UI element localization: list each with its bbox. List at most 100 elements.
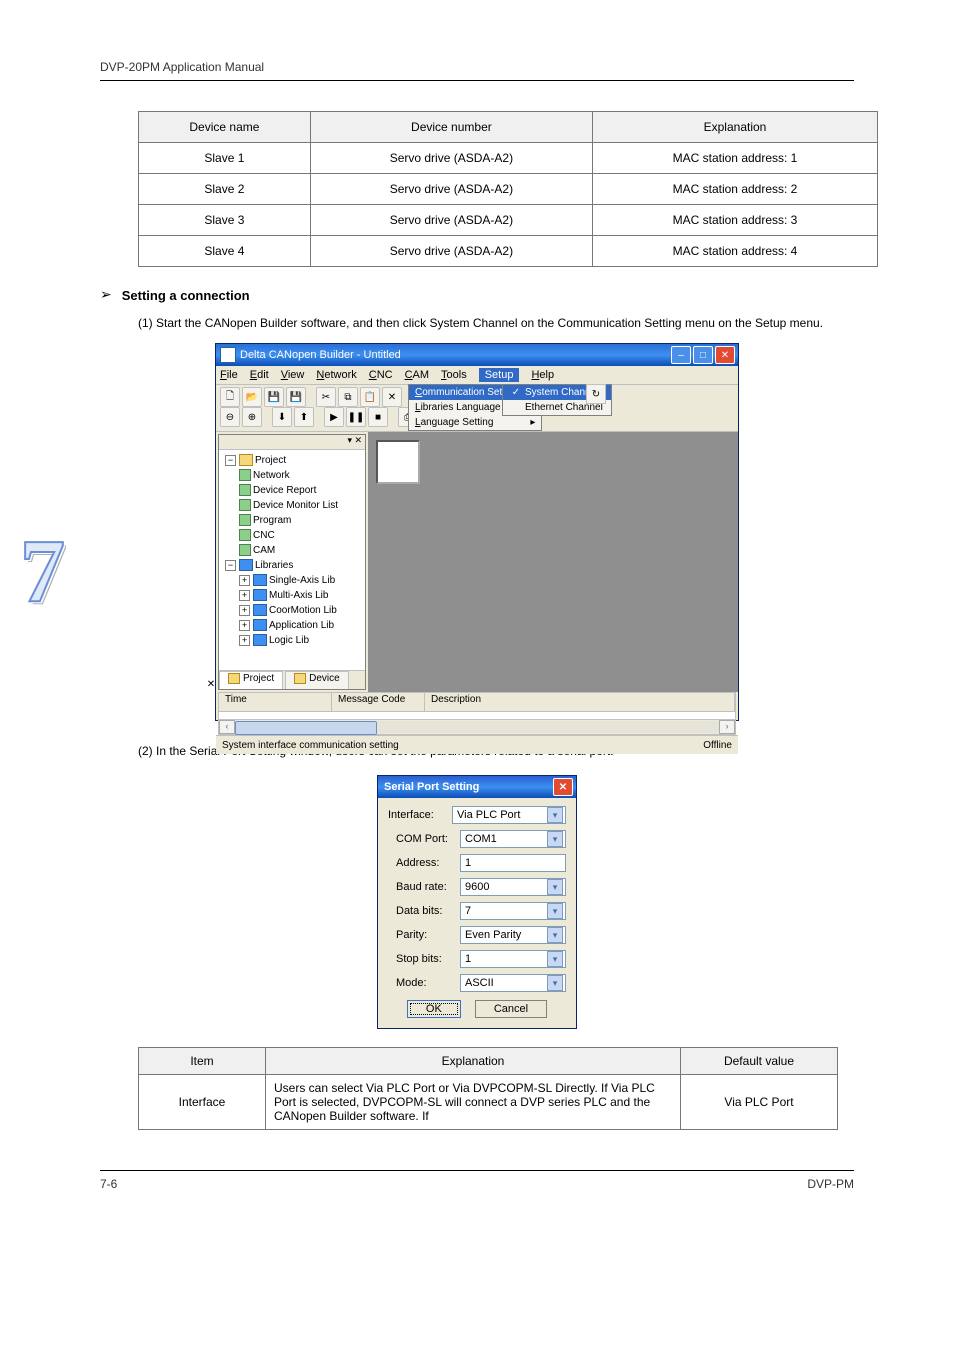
menu-edit[interactable]: Edit bbox=[250, 369, 269, 381]
bot-r1-default: Via PLC Port bbox=[681, 1075, 838, 1130]
toolbar-stop-icon[interactable]: ■ bbox=[368, 407, 388, 427]
ok-button[interactable]: OK bbox=[407, 1000, 461, 1018]
horizontal-scrollbar[interactable]: ‹ › bbox=[219, 719, 735, 734]
list-close-icon[interactable]: ✕ bbox=[205, 679, 217, 691]
toolbar-new-icon[interactable]: 🗋 bbox=[220, 387, 240, 407]
tree-node[interactable]: +Application Lib bbox=[223, 618, 363, 633]
toolbar-saveall-icon[interactable]: 💾 bbox=[286, 387, 306, 407]
table-cell: Servo drive (ASDA-A2) bbox=[310, 174, 592, 205]
list-h-desc: Description bbox=[425, 693, 735, 711]
tree-node[interactable]: +Logic Lib bbox=[223, 633, 363, 648]
bot-th-item: Item bbox=[139, 1048, 266, 1075]
field-value: 1 bbox=[465, 857, 563, 869]
field-label: Baud rate: bbox=[396, 881, 460, 893]
toolbar-delete-icon[interactable]: ✕ bbox=[382, 387, 402, 407]
close-button[interactable]: ✕ bbox=[715, 346, 735, 364]
device-table: Device name Device number Explanation Sl… bbox=[138, 111, 878, 267]
menu-network[interactable]: Network bbox=[316, 369, 356, 381]
toolbar-zoomin-icon[interactable]: ⊕ bbox=[242, 407, 262, 427]
field-label: Parity: bbox=[396, 929, 460, 941]
table-cell: Servo drive (ASDA-A2) bbox=[310, 205, 592, 236]
bot-th-default: Default value bbox=[681, 1048, 838, 1075]
cancel-button[interactable]: Cancel bbox=[475, 1000, 547, 1018]
dialog-close-button[interactable]: ✕ bbox=[553, 778, 573, 796]
field-value: 9600 bbox=[465, 881, 547, 893]
toolbar-open-icon[interactable]: 📂 bbox=[242, 387, 262, 407]
menu-cam[interactable]: CAM bbox=[405, 369, 429, 381]
tree-node[interactable]: Device Monitor List bbox=[223, 498, 363, 513]
toolbar-cut-icon[interactable]: ✂ bbox=[316, 387, 336, 407]
menu-tools[interactable]: Tools bbox=[441, 369, 467, 381]
bullet-icon: ➢ bbox=[100, 287, 112, 305]
combo-mode[interactable]: ASCII▾ bbox=[460, 974, 566, 992]
toolbar-save-icon[interactable]: 💾 bbox=[264, 387, 284, 407]
list-h-time: Time bbox=[219, 693, 332, 711]
canvas-doc bbox=[376, 440, 420, 484]
tree-node[interactable]: Device Report bbox=[223, 483, 363, 498]
tree-node[interactable]: Program bbox=[223, 513, 363, 528]
table-cell: Servo drive (ASDA-A2) bbox=[310, 143, 592, 174]
tree-node[interactable]: CNC bbox=[223, 528, 363, 543]
combo-comport[interactable]: COM1▾ bbox=[460, 830, 566, 848]
toolbar-copy-icon[interactable]: ⧉ bbox=[338, 387, 358, 407]
tree-node[interactable]: +Single-Axis Lib bbox=[223, 573, 363, 588]
tree-node[interactable]: +Multi-Axis Lib bbox=[223, 588, 363, 603]
menu-view[interactable]: View bbox=[281, 369, 305, 381]
interface-label: Interface: bbox=[388, 809, 452, 821]
table-cell: MAC station address: 4 bbox=[592, 236, 877, 267]
toolbar-download-icon[interactable]: ⬇ bbox=[272, 407, 292, 427]
tree-node[interactable]: +CoorMotion Lib bbox=[223, 603, 363, 618]
list-h-code: Message Code bbox=[332, 693, 425, 711]
field-value: Even Parity bbox=[465, 929, 547, 941]
toolbar-run-icon[interactable]: ▶ bbox=[324, 407, 344, 427]
interface-combo[interactable]: Via PLC Port ▾ bbox=[452, 806, 566, 824]
combo-parity[interactable]: Even Parity▾ bbox=[460, 926, 566, 944]
toolbar-zoomout-icon[interactable]: ⊖ bbox=[220, 407, 240, 427]
field-label: Stop bits: bbox=[396, 953, 460, 965]
chevron-down-icon: ▾ bbox=[547, 975, 563, 991]
chevron-down-icon: ▾ bbox=[547, 903, 563, 919]
interface-value: Via PLC Port bbox=[457, 809, 547, 821]
bot-r1-item: Interface bbox=[139, 1075, 266, 1130]
input-address[interactable]: 1 bbox=[460, 854, 566, 872]
combo-stopbits[interactable]: 1▾ bbox=[460, 950, 566, 968]
toolbar-pause2-icon[interactable]: ❚❚ bbox=[346, 407, 366, 427]
tab-device[interactable]: Device bbox=[285, 671, 349, 689]
menu-setup[interactable]: Setup bbox=[479, 368, 520, 382]
table-cell: MAC station address: 3 bbox=[592, 205, 877, 236]
tree-node[interactable]: Network bbox=[223, 468, 363, 483]
combo-databits[interactable]: 7▾ bbox=[460, 902, 566, 920]
project-tree-pane[interactable]: ▾ ✕ −Project NetworkDevice ReportDevice … bbox=[218, 434, 366, 690]
dialog-title: Serial Port Setting bbox=[384, 781, 551, 793]
toolbar-paste-icon[interactable]: 📋 bbox=[360, 387, 380, 407]
table-cell: Slave 3 bbox=[139, 205, 311, 236]
tree-libraries[interactable]: Libraries bbox=[255, 560, 293, 571]
minimize-button[interactable]: – bbox=[671, 346, 691, 364]
explanation-table: Item Explanation Default value Interface… bbox=[138, 1047, 838, 1130]
status-right: Offline bbox=[703, 740, 732, 751]
table-row: Slave 4Servo drive (ASDA-A2)MAC station … bbox=[139, 236, 878, 267]
menu-help[interactable]: Help bbox=[531, 369, 554, 381]
dialog-titlebar: Serial Port Setting ✕ bbox=[378, 776, 576, 798]
menu-cnc[interactable]: CNC bbox=[369, 369, 393, 381]
toolbar-upload-icon[interactable]: ⬆ bbox=[294, 407, 314, 427]
chevron-down-icon: ▾ bbox=[547, 807, 563, 823]
menu-item[interactable]: Language Setting▸ bbox=[409, 415, 541, 430]
tab-project[interactable]: Project bbox=[219, 671, 283, 689]
table-cell: MAC station address: 2 bbox=[592, 174, 877, 205]
chevron-down-icon: ▾ bbox=[547, 831, 563, 847]
menubar[interactable]: File Edit View Network CNC CAM Tools Setup Help bbox=[216, 366, 738, 385]
tree-project[interactable]: Project bbox=[255, 455, 286, 466]
status-left: System interface communication setting bbox=[222, 740, 399, 751]
table-cell: Slave 4 bbox=[139, 236, 311, 267]
bullet-title: Setting a connection bbox=[122, 287, 250, 305]
field-value: 1 bbox=[465, 953, 547, 965]
tree-tabs[interactable]: ProjectDevice bbox=[219, 670, 365, 689]
combo-baudrate[interactable]: 9600▾ bbox=[460, 878, 566, 896]
menu-file[interactable]: File bbox=[220, 369, 238, 381]
tree-node[interactable]: CAM bbox=[223, 543, 363, 558]
table-cell: MAC station address: 1 bbox=[592, 143, 877, 174]
floating-tool-icon[interactable]: ↻ bbox=[586, 384, 606, 404]
maximize-button[interactable]: □ bbox=[693, 346, 713, 364]
status-bar: System interface communication setting O… bbox=[216, 735, 738, 754]
